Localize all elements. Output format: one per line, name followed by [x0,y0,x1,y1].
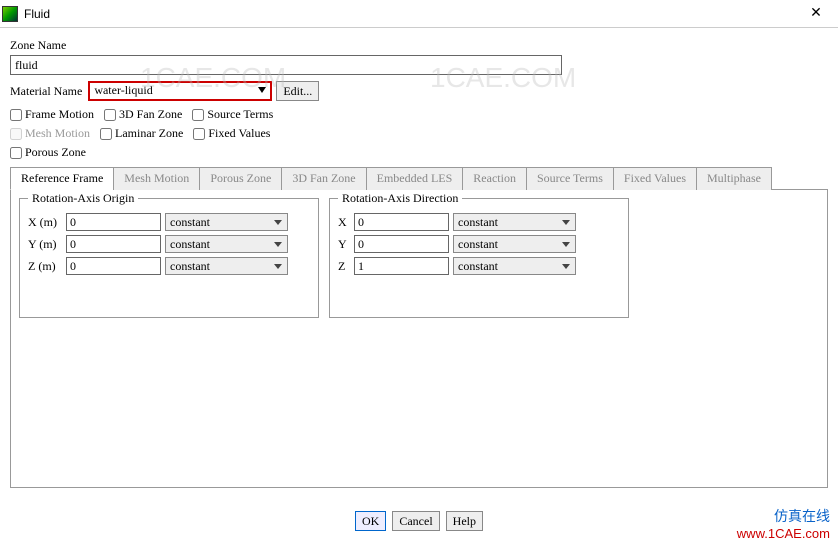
tab-source-terms[interactable]: Source Terms [526,167,614,190]
material-value: water-liquid [90,83,270,99]
app-icon [2,6,18,22]
tab-fixed-values[interactable]: Fixed Values [613,167,697,190]
origin-y-input[interactable] [66,235,161,253]
dir-z-input[interactable] [354,257,449,275]
watermark: 仿真在线 www.1CAE.com [737,506,830,541]
watermark-line1: 仿真在线 [737,506,830,526]
chevron-down-icon [562,242,570,247]
dir-x-label: X [338,215,350,230]
dir-x-mode[interactable]: constant [453,213,576,231]
rotation-direction-group: Rotation-Axis Direction Xconstant Yconst… [329,198,629,318]
material-dropdown[interactable]: water-liquid [88,81,272,101]
material-label: Material Name [10,84,82,99]
chevron-down-icon [274,220,282,225]
origin-x-label: X (m) [28,215,62,230]
tab-3d-fan-zone[interactable]: 3D Fan Zone [281,167,366,190]
dir-z-mode[interactable]: constant [453,257,576,275]
tab-multiphase[interactable]: Multiphase [696,167,772,190]
tab-embedded-les[interactable]: Embedded LES [366,167,464,190]
watermark-line2: www.1CAE.com [737,526,830,541]
rotation-origin-group: Rotation-Axis Origin X (m)constant Y (m)… [19,198,319,318]
window-title: Fluid [24,7,796,21]
laminar-zone-checkbox[interactable]: Laminar Zone [100,126,183,141]
title-bar: Fluid ✕ [0,0,838,28]
chevron-down-icon [562,264,570,269]
dir-y-mode[interactable]: constant [453,235,576,253]
mesh-motion-checkbox: Mesh Motion [10,126,90,141]
zone-name-label: Zone Name [10,38,828,53]
chevron-down-icon [562,220,570,225]
ok-button[interactable]: OK [355,511,386,531]
direction-title: Rotation-Axis Direction [338,191,462,206]
tab-porous-zone[interactable]: Porous Zone [199,167,282,190]
tab-strip: Reference Frame Mesh Motion Porous Zone … [10,166,828,190]
dir-y-input[interactable] [354,235,449,253]
tab-reaction[interactable]: Reaction [462,167,527,190]
help-button[interactable]: Help [446,511,483,531]
origin-z-input[interactable] [66,257,161,275]
origin-x-mode[interactable]: constant [165,213,288,231]
origin-z-mode[interactable]: constant [165,257,288,275]
dir-y-label: Y [338,237,350,252]
tab-panel: Rotation-Axis Origin X (m) constant Y (m)… [10,190,828,488]
close-icon[interactable]: ✕ [796,5,836,22]
porous-zone-checkbox[interactable]: Porous Zone [10,145,86,160]
dir-z-label: Z [338,259,350,274]
origin-y-mode[interactable]: constant [165,235,288,253]
origin-y-label: Y (m) [28,237,62,252]
source-terms-checkbox[interactable]: Source Terms [192,107,273,122]
dialog-footer: OK Cancel Help [0,511,838,531]
tab-reference-frame[interactable]: Reference Frame [10,167,114,190]
chevron-down-icon [274,264,282,269]
fan-zone-checkbox[interactable]: 3D Fan Zone [104,107,182,122]
edit-button[interactable]: Edit... [276,81,319,101]
cancel-button[interactable]: Cancel [392,511,439,531]
origin-x-input[interactable] [66,213,161,231]
tab-mesh-motion[interactable]: Mesh Motion [113,167,200,190]
fixed-values-checkbox[interactable]: Fixed Values [193,126,270,141]
zone-name-input[interactable] [10,55,562,75]
frame-motion-checkbox[interactable]: Frame Motion [10,107,94,122]
chevron-down-icon [258,87,266,93]
origin-title: Rotation-Axis Origin [28,191,138,206]
dir-x-input[interactable] [354,213,449,231]
origin-z-label: Z (m) [28,259,62,274]
chevron-down-icon [274,242,282,247]
